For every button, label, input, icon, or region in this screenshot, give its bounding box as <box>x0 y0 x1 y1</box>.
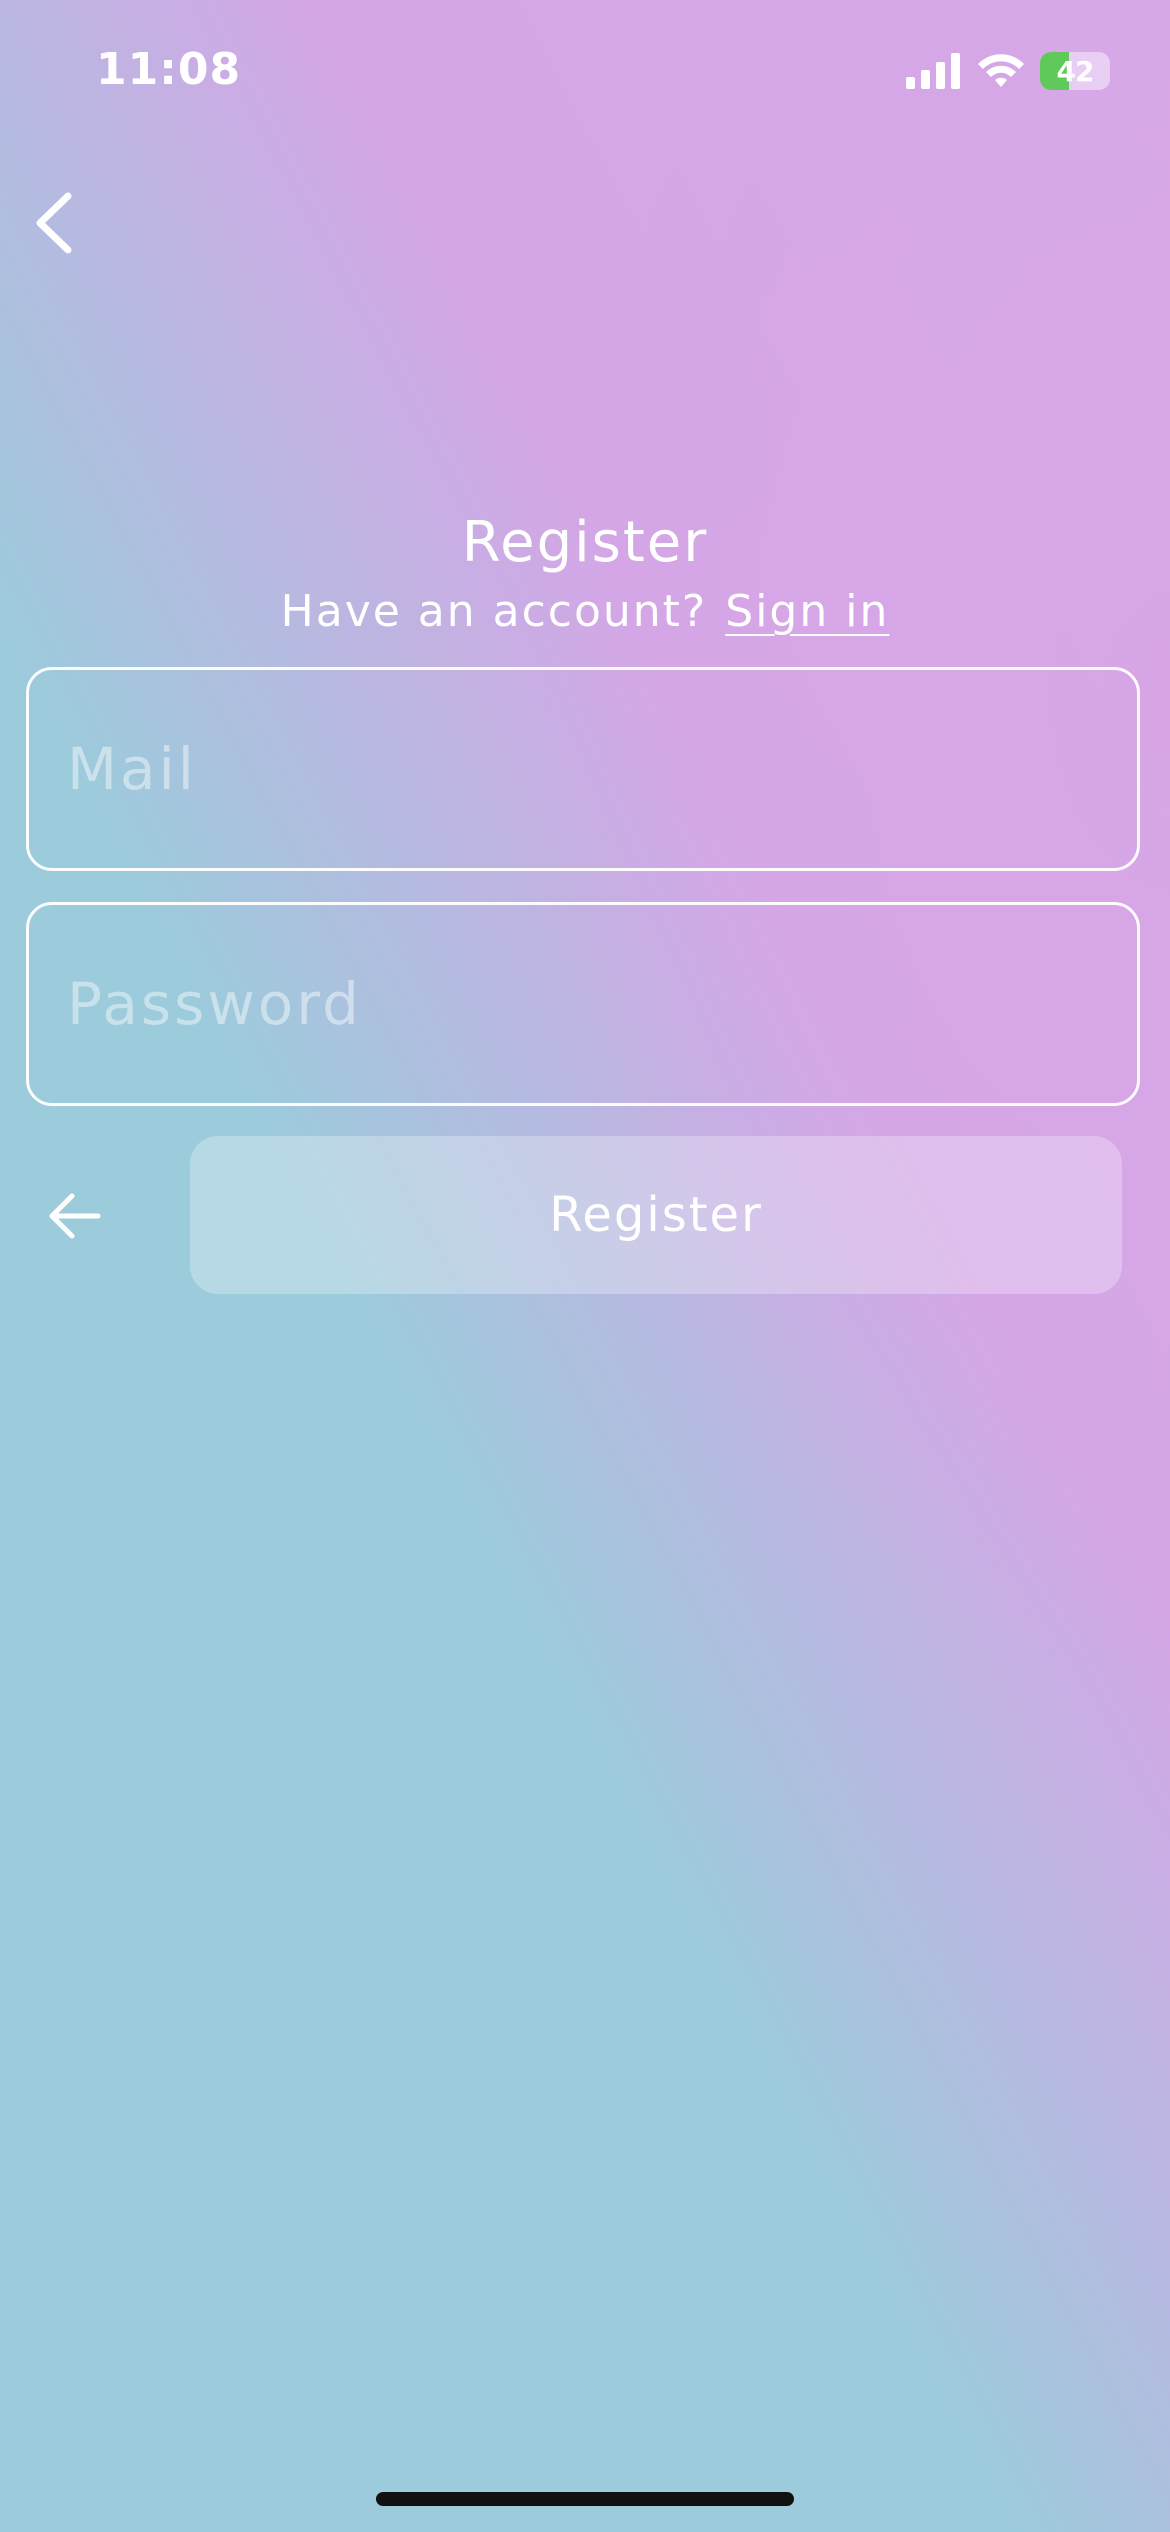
subtitle-row: Have an account? Sign in <box>0 586 1170 637</box>
back-button[interactable] <box>30 188 90 258</box>
password-field[interactable] <box>26 902 1140 1106</box>
password-input[interactable] <box>65 969 1137 1039</box>
register-button[interactable]: Register <box>190 1136 1122 1294</box>
status-time: 11:08 <box>96 44 242 95</box>
battery-level: 42 <box>1056 54 1095 88</box>
back-arrow-button[interactable] <box>46 1192 102 1240</box>
battery-icon: 42 <box>1040 52 1110 90</box>
home-indicator[interactable] <box>376 2492 794 2506</box>
sign-in-link[interactable]: Sign in <box>725 586 889 637</box>
arrow-left-icon <box>49 1193 101 1239</box>
mail-input[interactable] <box>65 734 1137 804</box>
page-title: Register <box>461 510 709 575</box>
chevron-left-icon <box>36 192 72 254</box>
mail-field[interactable] <box>26 667 1140 871</box>
have-account-text: Have an account? <box>280 586 708 637</box>
status-icons: 42 <box>906 52 1110 90</box>
cellular-signal-icon <box>906 53 960 89</box>
wifi-icon <box>978 54 1024 87</box>
